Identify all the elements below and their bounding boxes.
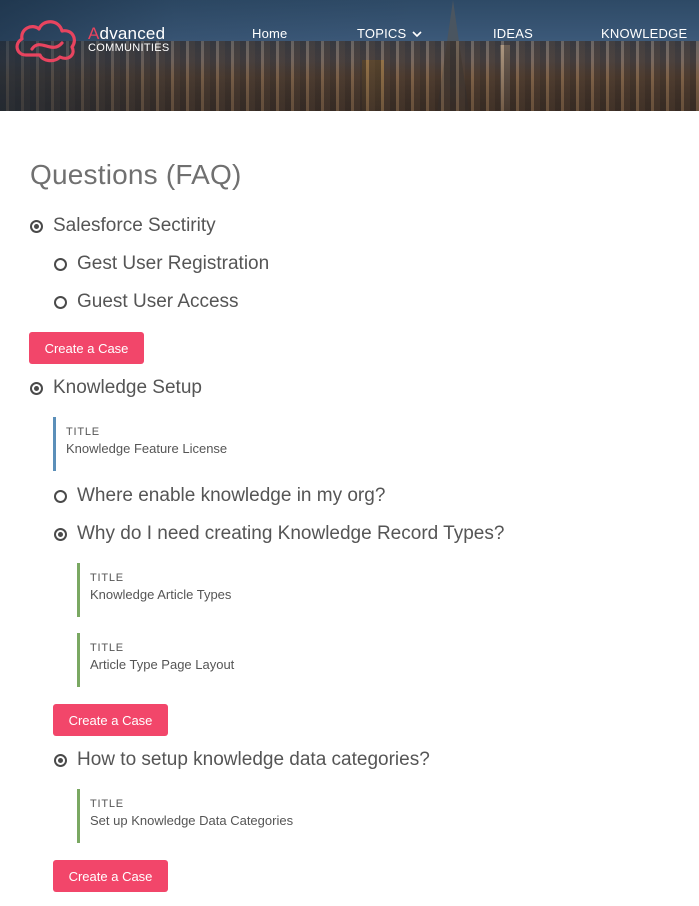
page-title: Questions (FAQ)	[30, 159, 242, 190]
nav-topics-label: TOPICS	[357, 26, 407, 41]
create-case-button[interactable]: Create a Case	[29, 332, 144, 364]
question-label: Guest User Access	[77, 291, 239, 312]
topic-salesforce-security[interactable]: Salesforce Sectirity	[30, 215, 216, 237]
nav-home-label: Home	[252, 26, 288, 41]
radio-selected-icon	[54, 753, 67, 767]
question-gest-user-registration[interactable]: Gest User Registration	[54, 253, 269, 275]
question-label: Where enable knowledge in my org?	[77, 485, 386, 506]
header-banner: Advanced COMMUNITIES Home TOPICS IDEAS K…	[0, 0, 699, 111]
article-card-heading: TITLE	[90, 572, 124, 584]
topic-label: Knowledge Setup	[53, 377, 202, 398]
nav-home[interactable]: Home	[252, 26, 287, 41]
article-card-value: Set up Knowledge Data Categories	[90, 813, 294, 828]
article-card-value: Article Type Page Layout	[90, 657, 235, 672]
radio-icon	[54, 257, 67, 271]
question-label: Why do I need creating Knowledge Record …	[77, 523, 505, 544]
radio-selected-icon	[30, 219, 43, 233]
create-case-button[interactable]: Create a Case	[53, 860, 168, 892]
article-card[interactable]: TITLE Set up Knowledge Data Categories	[77, 789, 377, 843]
question-data-categories[interactable]: How to setup knowledge data categories?	[54, 749, 430, 771]
question-why-record-types[interactable]: Why do I need creating Knowledge Record …	[54, 523, 504, 545]
topic-label: Salesforce Sectirity	[53, 215, 216, 236]
nav-knowledge-label: KNOWLEDGE	[601, 26, 688, 41]
article-card-value: Knowledge Feature License	[66, 441, 228, 456]
nav-ideas[interactable]: IDEAS	[493, 26, 533, 41]
article-card-heading: TITLE	[66, 426, 100, 438]
radio-icon	[54, 295, 67, 309]
article-card-heading: TITLE	[90, 798, 124, 810]
nav-topics[interactable]: TOPICS	[357, 26, 423, 41]
nav-ideas-label: IDEAS	[493, 26, 534, 41]
radio-icon	[54, 489, 67, 503]
chevron-down-icon	[412, 30, 422, 37]
article-card[interactable]: TITLE Article Type Page Layout	[77, 633, 377, 687]
nav-knowledge[interactable]: KNOWLEDGE	[601, 26, 687, 41]
question-label: Gest User Registration	[77, 253, 270, 274]
main-nav: Home TOPICS IDEAS KNOWLEDGE	[0, 26, 699, 48]
question-where-enable-knowledge[interactable]: Where enable knowledge in my org?	[54, 485, 385, 507]
question-guest-user-access[interactable]: Guest User Access	[54, 291, 239, 313]
article-card[interactable]: TITLE Knowledge Feature License	[53, 417, 353, 471]
article-card-heading: TITLE	[90, 642, 124, 654]
article-card[interactable]: TITLE Knowledge Article Types	[77, 563, 377, 617]
question-label: How to setup knowledge data categories?	[77, 749, 430, 770]
topic-knowledge-setup[interactable]: Knowledge Setup	[30, 377, 202, 399]
radio-selected-icon	[30, 381, 43, 395]
create-case-button[interactable]: Create a Case	[53, 704, 168, 736]
radio-selected-icon	[54, 527, 67, 541]
article-card-value: Knowledge Article Types	[90, 587, 232, 602]
